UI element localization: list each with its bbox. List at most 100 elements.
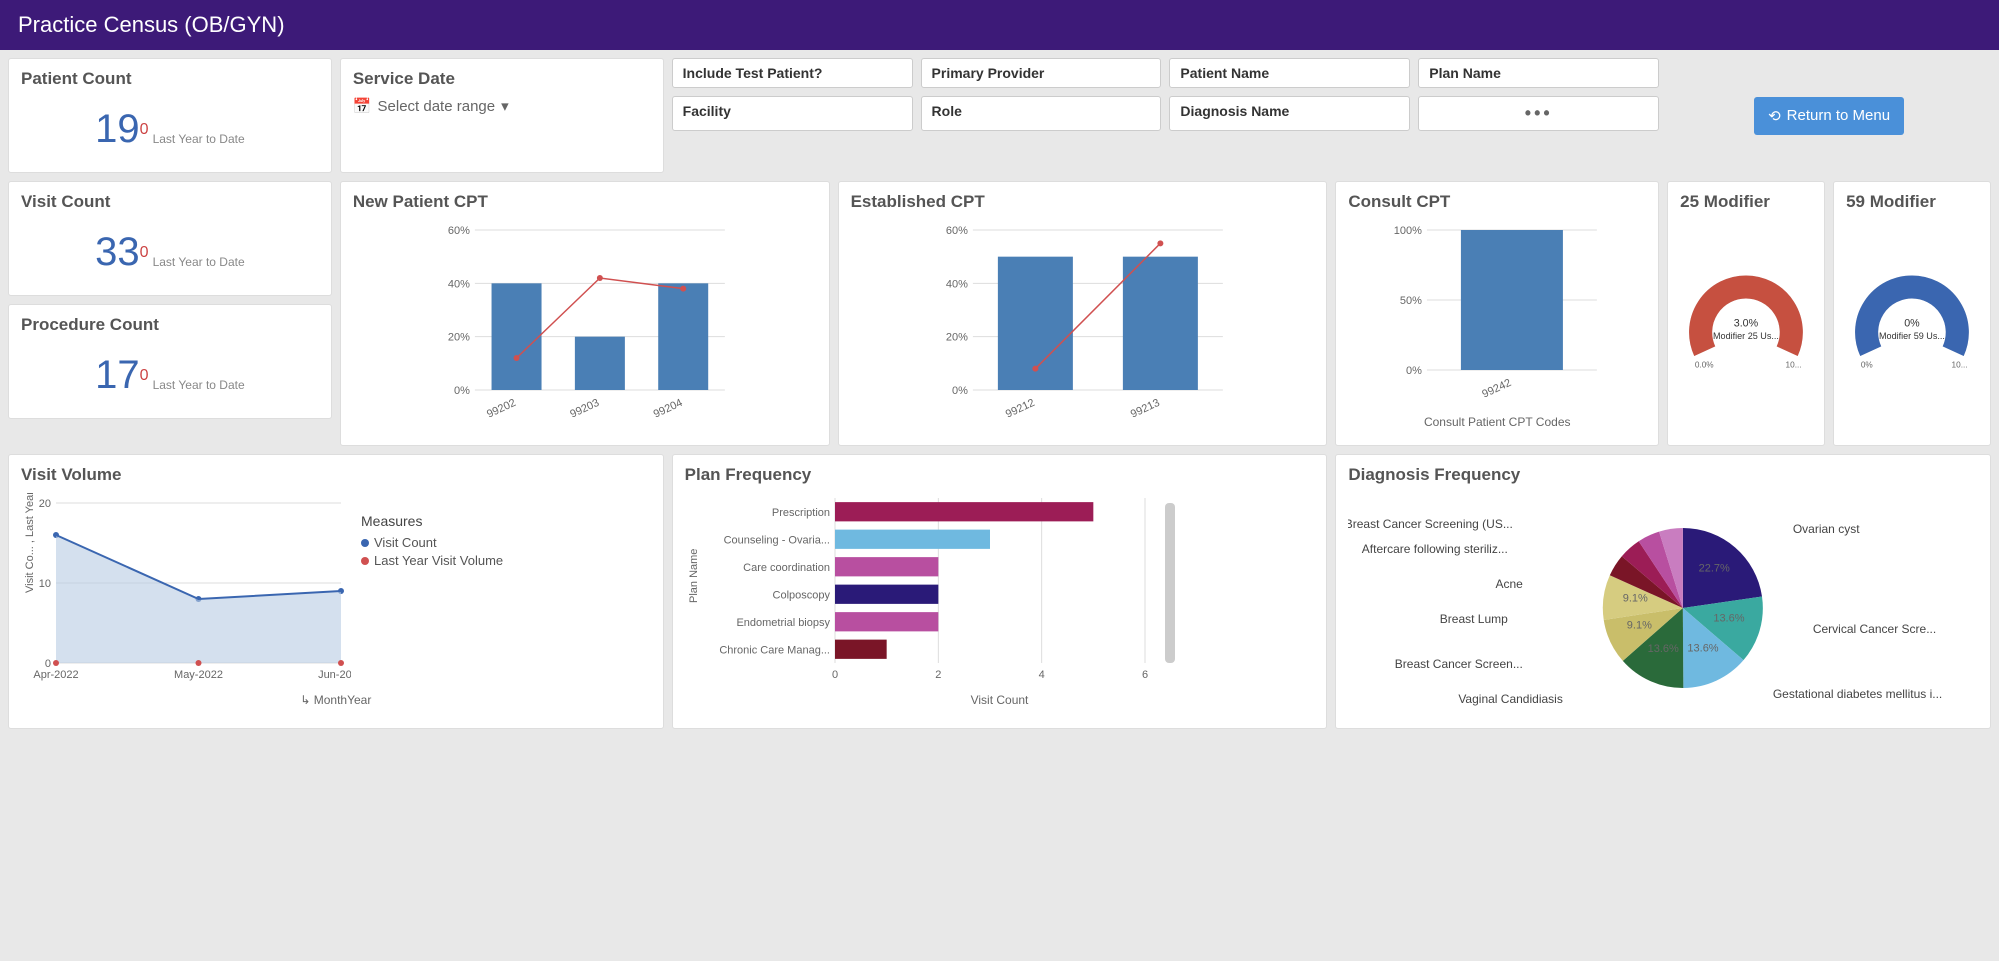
- chart-title: Consult CPT: [1348, 192, 1646, 212]
- chart-xlabel: Consult Patient CPT Codes: [1348, 415, 1646, 429]
- legend-title: Measures: [361, 513, 503, 529]
- x-axis-label: Visit Count: [685, 693, 1315, 707]
- gauge-lo: 0%: [1861, 361, 1874, 370]
- svg-text:Endometrial biopsy: Endometrial biopsy: [736, 617, 830, 629]
- date-range-selector[interactable]: 📅 Select date range ▾: [353, 97, 651, 115]
- gauge-hi: 10...: [1786, 361, 1802, 370]
- x-axis-label: MonthYear: [314, 693, 372, 707]
- svg-text:Ovarian cyst: Ovarian cyst: [1793, 522, 1860, 536]
- svg-text:99204: 99204: [652, 397, 685, 421]
- chart-title: Diagnosis Frequency: [1348, 465, 1978, 485]
- y-axis-label: Visit Co... , Last Year Visit Vol...: [24, 493, 36, 593]
- chevron-down-icon: ▾: [501, 97, 509, 115]
- return-icon: ⟲: [1768, 107, 1781, 125]
- gauge-label: Modifier 59 Us...: [1879, 331, 1945, 341]
- svg-text:20%: 20%: [945, 332, 967, 344]
- gauge-chart[interactable]: 0% Modifier 59 Us... 0% 10...: [1846, 220, 1978, 400]
- gauge-label: Modifier 25 Us...: [1713, 331, 1779, 341]
- chart-title: Established CPT: [851, 192, 1315, 212]
- chart-25-modifier: 25 Modifier 3.0% Modifier 25 Us... 0.0% …: [1667, 181, 1825, 446]
- pie-chart[interactable]: 22.7%13.6%13.6%13.6%9.1%9.1% Ovarian cys…: [1348, 493, 1978, 713]
- page-header: Practice Census (OB/GYN): [0, 0, 1999, 50]
- svg-text:Prescription: Prescription: [772, 507, 830, 519]
- metric-sub: Last Year to Date: [153, 255, 245, 269]
- hbar-chart[interactable]: Plan Name 0246PrescriptionCounseling - O…: [685, 493, 1165, 693]
- svg-text:40%: 40%: [945, 278, 967, 290]
- svg-text:99212: 99212: [1003, 397, 1036, 421]
- svg-text:60%: 60%: [945, 225, 967, 237]
- filter-patient-name[interactable]: Patient Name: [1169, 58, 1410, 88]
- bar-chart[interactable]: 0% 20% 40% 60% 99212 99213: [851, 220, 1315, 430]
- chart-title: Plan Frequency: [685, 465, 1315, 485]
- service-date-title: Service Date: [353, 69, 651, 89]
- svg-text:9.1%: 9.1%: [1623, 593, 1648, 605]
- svg-text:22.7%: 22.7%: [1699, 563, 1730, 575]
- svg-text:40%: 40%: [448, 278, 470, 290]
- chart-title: Visit Volume: [21, 465, 651, 485]
- gauge-chart[interactable]: 3.0% Modifier 25 Us... 0.0% 10...: [1680, 220, 1812, 400]
- filter-facility[interactable]: Facility: [672, 96, 913, 131]
- calendar-icon: 📅: [353, 97, 372, 115]
- svg-text:13.6%: 13.6%: [1714, 612, 1745, 624]
- svg-text:Breast Lump: Breast Lump: [1440, 612, 1508, 626]
- gauge-value: 3.0%: [1734, 317, 1759, 329]
- return-label: Return to Menu: [1787, 107, 1890, 124]
- chart-visit-volume: Visit Volume Visit Co... , Last Year Vis…: [8, 454, 664, 729]
- svg-text:Apr-2022: Apr-2022: [33, 669, 78, 681]
- bar-chart[interactable]: 0%50%100% 99242: [1348, 220, 1646, 410]
- svg-text:99202: 99202: [485, 397, 518, 421]
- svg-text:50%: 50%: [1400, 295, 1422, 307]
- metric-visit-card: Visit Count 33 0 Last Year to Date: [8, 181, 332, 296]
- svg-text:100%: 100%: [1394, 225, 1422, 237]
- metric-title: Procedure Count: [21, 315, 319, 335]
- bar-chart[interactable]: 0%20%40%60% 992029920399204: [353, 220, 817, 430]
- scrollbar[interactable]: [1165, 503, 1175, 663]
- svg-text:0: 0: [832, 669, 838, 681]
- gauge-hi: 10...: [1952, 361, 1968, 370]
- service-date-card: Service Date 📅 Select date range ▾: [340, 58, 664, 173]
- svg-text:Cervical Cancer Scre...: Cervical Cancer Scre...: [1813, 622, 1936, 636]
- filter-diagnosis[interactable]: Diagnosis Name: [1169, 96, 1410, 131]
- filter-test-patient[interactable]: Include Test Patient?: [672, 58, 913, 88]
- svg-text:60%: 60%: [448, 225, 470, 237]
- svg-text:Colposcopy: Colposcopy: [772, 589, 830, 601]
- filters-container: Include Test Patient? Primary Provider P…: [672, 58, 1660, 173]
- metric-sup: 0: [140, 367, 149, 385]
- svg-text:Aftercare following steriliz..: Aftercare following steriliz...: [1362, 542, 1508, 556]
- svg-text:13.6%: 13.6%: [1648, 643, 1679, 655]
- chart-title: 59 Modifier: [1846, 192, 1978, 212]
- area-chart[interactable]: Visit Co... , Last Year Visit Vol... 010…: [21, 493, 351, 693]
- svg-text:0%: 0%: [1406, 365, 1422, 377]
- y-axis-label: Plan Name: [688, 549, 700, 603]
- svg-text:Gestational diabetes mellitus: Gestational diabetes mellitus i...: [1773, 687, 1942, 701]
- legend-item[interactable]: Visit Count: [361, 535, 503, 550]
- svg-text:Counseling - Ovaria...: Counseling - Ovaria...: [723, 534, 829, 546]
- metric-sub: Last Year to Date: [153, 378, 245, 392]
- chart-title: 25 Modifier: [1680, 192, 1812, 212]
- svg-text:0%: 0%: [952, 385, 968, 397]
- metric-sub: Last Year to Date: [153, 132, 245, 146]
- metric-patient-card: Patient Count 19 0 Last Year to Date: [8, 58, 332, 173]
- svg-text:20: 20: [39, 498, 51, 510]
- gauge-lo: 0.0%: [1695, 361, 1714, 370]
- page-title: Practice Census (OB/GYN): [18, 12, 285, 37]
- metric-value: 33: [95, 230, 140, 275]
- metric-title: Visit Count: [21, 192, 319, 212]
- return-to-menu-button[interactable]: ⟲ Return to Menu: [1754, 97, 1904, 135]
- gauge-value: 0%: [1904, 317, 1920, 329]
- filter-plan-name[interactable]: Plan Name: [1418, 58, 1659, 88]
- svg-text:Breast Cancer Screen...: Breast Cancer Screen...: [1395, 657, 1523, 671]
- svg-text:99213: 99213: [1128, 397, 1161, 421]
- svg-text:99203: 99203: [568, 397, 601, 421]
- chart-diagnosis-frequency: Diagnosis Frequency 22.7% 13.6% 13.6% 13.6%…: [1335, 454, 1991, 729]
- filter-more[interactable]: •••: [1418, 96, 1659, 131]
- svg-text:Breast Cancer Screening (US...: Breast Cancer Screening (US...: [1348, 517, 1513, 531]
- chart-title: New Patient CPT: [353, 192, 817, 212]
- filter-primary-provider[interactable]: Primary Provider: [921, 58, 1162, 88]
- svg-text:13.6%: 13.6%: [1688, 643, 1719, 655]
- filter-role[interactable]: Role: [921, 96, 1162, 131]
- legend-item[interactable]: Last Year Visit Volume: [361, 553, 503, 568]
- svg-text:0%: 0%: [454, 385, 470, 397]
- chart-59-modifier: 59 Modifier 0% Modifier 59 Us... 0% 10..…: [1833, 181, 1991, 446]
- svg-text:Acne: Acne: [1496, 577, 1524, 591]
